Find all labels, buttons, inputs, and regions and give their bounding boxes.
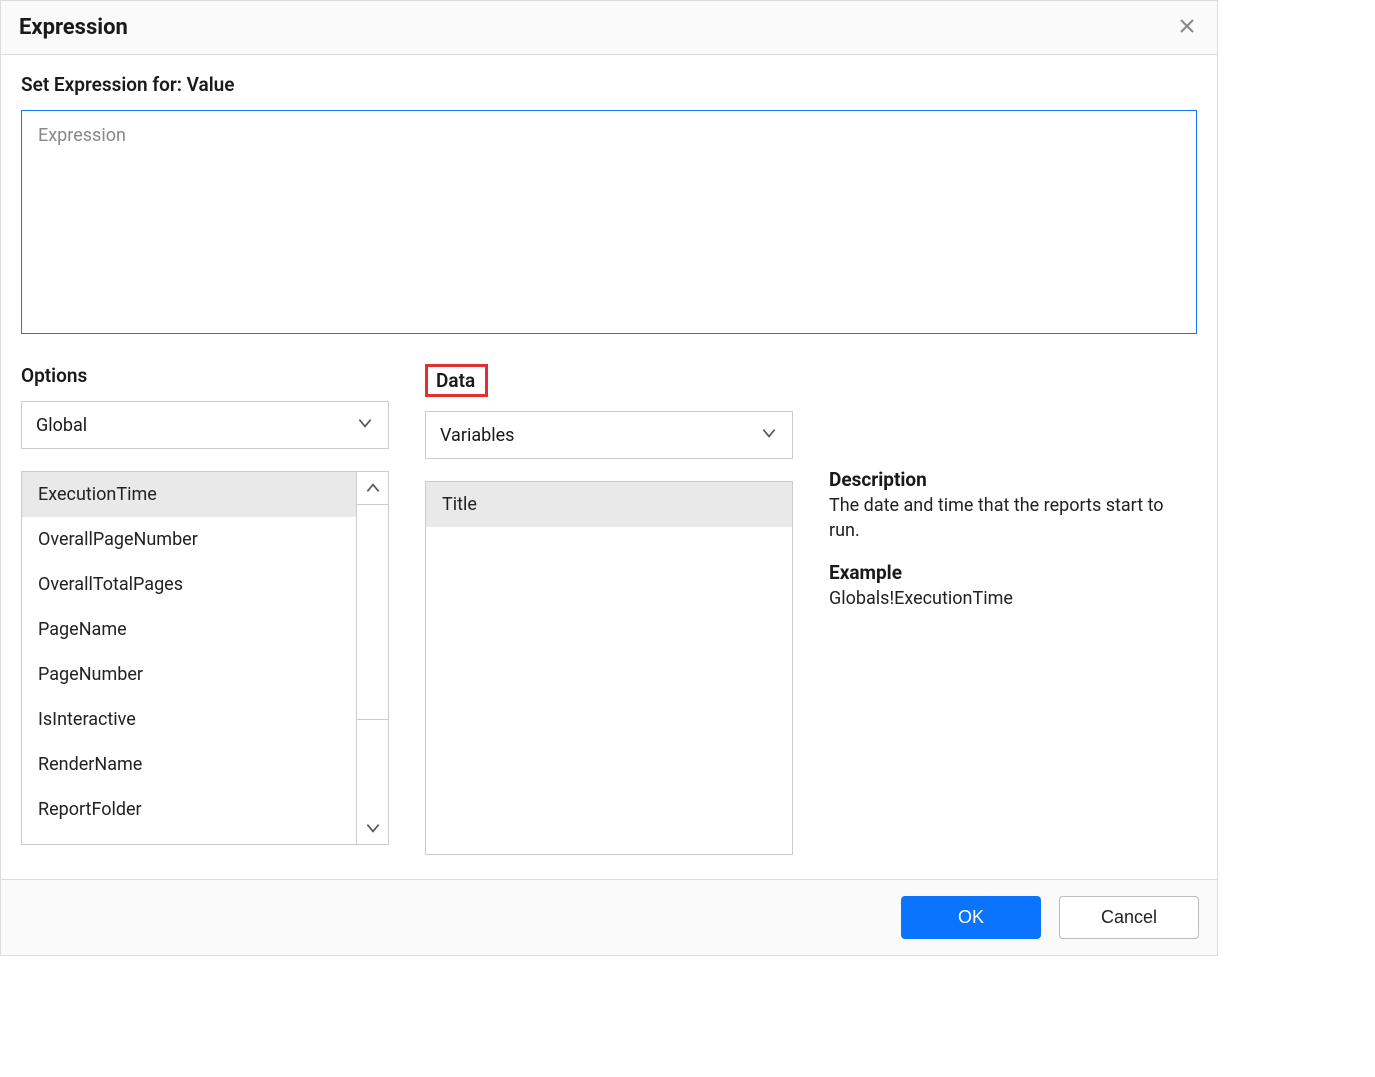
data-label: Data — [425, 364, 488, 397]
scroll-track[interactable] — [357, 504, 388, 812]
list-item[interactable]: PageNumber — [22, 652, 356, 697]
close-icon — [1179, 18, 1195, 37]
dialog-header: Expression — [1, 1, 1217, 55]
data-column: Data Variables Title — [425, 364, 793, 855]
list-item[interactable]: Title — [426, 482, 792, 527]
ok-button[interactable]: OK — [901, 896, 1041, 939]
example-text: Globals!ExecutionTime — [829, 586, 1197, 611]
cancel-button[interactable]: Cancel — [1059, 896, 1199, 939]
list-item[interactable]: PageName — [22, 607, 356, 652]
options-dropdown-value: Global — [36, 415, 87, 436]
set-expression-label: Set Expression for: Value — [21, 73, 1197, 96]
scroll-up-arrow-icon[interactable] — [357, 472, 388, 504]
dialog-footer: OK Cancel — [1, 879, 1217, 955]
options-dropdown[interactable]: Global — [21, 401, 389, 449]
scroll-thumb[interactable] — [357, 504, 388, 720]
chevron-down-icon — [356, 414, 374, 437]
data-dropdown[interactable]: Variables — [425, 411, 793, 459]
list-item[interactable]: IsInteractive — [22, 697, 356, 742]
close-button[interactable] — [1175, 16, 1199, 40]
list-item[interactable]: OverallPageNumber — [22, 517, 356, 562]
options-list-container: ExecutionTimeOverallPageNumberOverallTot… — [21, 471, 389, 845]
data-dropdown-value: Variables — [440, 425, 514, 446]
list-item[interactable]: RenderName — [22, 742, 356, 787]
scrollbar[interactable] — [356, 472, 388, 844]
options-column: Options Global ExecutionTimeOverallPageN… — [21, 364, 389, 855]
list-item[interactable]: ExecutionTime — [22, 472, 356, 517]
list-item[interactable]: OverallTotalPages — [22, 562, 356, 607]
dialog-title: Expression — [19, 15, 128, 40]
expression-dialog: Expression Set Expression for: Value Opt… — [0, 0, 1218, 956]
data-list-container: Title — [425, 481, 793, 855]
scroll-down-arrow-icon[interactable] — [357, 812, 388, 844]
dialog-body: Set Expression for: Value Options Global… — [1, 55, 1217, 879]
example-heading: Example — [829, 561, 1197, 584]
chevron-down-icon — [760, 424, 778, 447]
description-heading: Description — [829, 468, 1197, 491]
options-label: Options — [21, 364, 87, 387]
expression-input[interactable] — [21, 110, 1197, 334]
columns-container: Options Global ExecutionTimeOverallPageN… — [21, 364, 1197, 855]
options-list[interactable]: ExecutionTimeOverallPageNumberOverallTot… — [22, 472, 356, 844]
data-list[interactable]: Title — [426, 482, 792, 854]
description-text: The date and time that the reports start… — [829, 493, 1197, 543]
list-item[interactable]: ReportFolder — [22, 787, 356, 832]
description-column: Description The date and time that the r… — [829, 364, 1197, 855]
